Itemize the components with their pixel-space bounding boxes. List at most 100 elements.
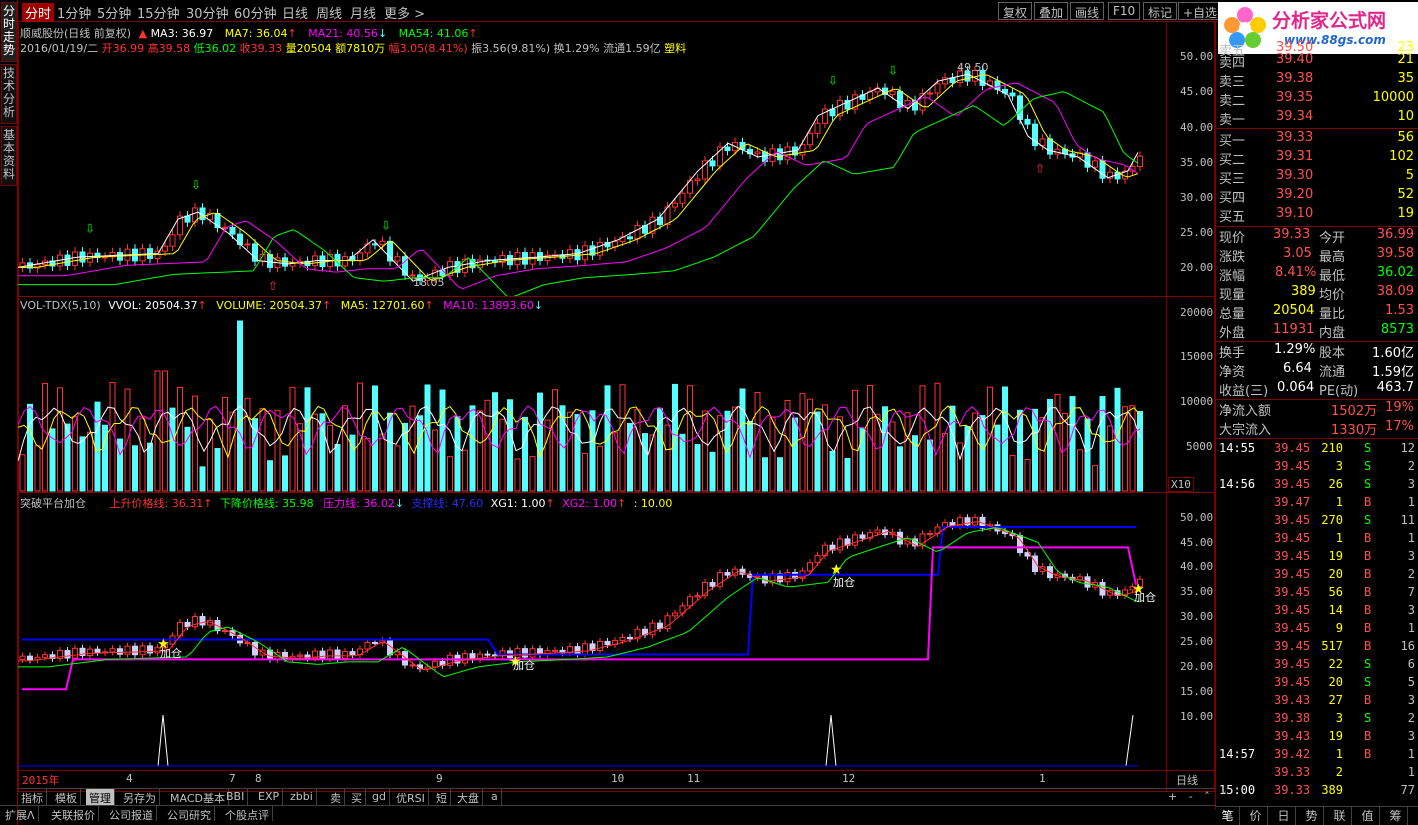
volume-bar xyxy=(147,442,153,492)
candle-body xyxy=(184,215,191,223)
left-tab-fundamental[interactable]: 基本资料 xyxy=(1,126,17,186)
f10-button[interactable]: F10 xyxy=(1108,2,1141,20)
volume-bar xyxy=(829,450,836,492)
tick-row: 39.45 20 B 2 xyxy=(1274,567,1415,581)
right-bottom-tabs: 笔价日势联值筹 xyxy=(1216,806,1418,825)
indicator-tab[interactable]: 买 xyxy=(348,789,366,805)
candle-body xyxy=(162,245,168,252)
sell-arrow-icon: ⇩ xyxy=(828,74,838,88)
indicator-tab[interactable]: 指标 xyxy=(18,789,47,805)
candle-body xyxy=(927,92,933,95)
moving-average-line xyxy=(18,91,1139,296)
left-tab-technical[interactable]: 技术分析 xyxy=(1,64,17,124)
candle-body xyxy=(1024,118,1031,125)
candle-body xyxy=(582,245,588,261)
tick-view-tab[interactable]: 值 xyxy=(1356,807,1380,825)
tick-view-tab[interactable]: 笔 xyxy=(1216,807,1240,825)
indicator-tab[interactable]: 优RSI xyxy=(393,789,429,805)
tick-view-tab[interactable]: 日 xyxy=(1272,807,1296,825)
candle-body xyxy=(94,648,101,653)
date-label: 4 xyxy=(126,772,133,785)
volume-bar xyxy=(1009,454,1016,492)
volume-bar xyxy=(1039,417,1046,492)
add-watchlist-button[interactable]: +自选 xyxy=(1178,2,1223,20)
candle-body xyxy=(27,655,33,661)
info-tab[interactable]: 关联报价 xyxy=(48,806,99,822)
candle-body xyxy=(297,654,303,657)
tick-row: 39.45 22 S 6 xyxy=(1274,657,1415,671)
volume-bar xyxy=(447,456,453,492)
tab-weekly[interactable]: 周线 xyxy=(316,3,342,22)
scroll-up-icon[interactable]: ˄ xyxy=(1204,790,1210,803)
zoom-out-icon[interactable]: - xyxy=(1189,790,1193,803)
indicator-tab[interactable]: 短 xyxy=(433,789,451,805)
left-tab-intraday[interactable]: 分时走势 xyxy=(1,2,17,62)
candle-body xyxy=(117,648,123,655)
candle-body xyxy=(754,151,761,155)
tick-row: 14:57 39.42 1 B 1 xyxy=(1219,747,1415,761)
candle-body xyxy=(394,256,401,262)
draw-line-button[interactable]: 画线 xyxy=(1070,2,1105,20)
volume-bar xyxy=(469,405,476,492)
bid-row: 买一 39.33 56 xyxy=(1219,130,1414,149)
volume-bar xyxy=(619,384,626,492)
volume-bar xyxy=(207,418,213,492)
zoom-in-icon[interactable]: + xyxy=(1168,790,1177,803)
ask-row: 卖三 39.38 35 xyxy=(1219,71,1414,90)
tab-monthly[interactable]: 月线 xyxy=(350,3,376,22)
mark-button[interactable]: 标记 xyxy=(1143,2,1178,20)
candle-body xyxy=(379,240,386,246)
volume-bar xyxy=(694,444,701,492)
info-tab[interactable]: 个股点评 xyxy=(222,806,273,822)
tick-view-tab[interactable]: 联 xyxy=(1328,807,1352,825)
indicator-tab[interactable]: zbbi xyxy=(287,789,317,805)
tab-daily[interactable]: 日线 xyxy=(282,3,308,22)
volume-bar xyxy=(484,399,491,492)
volume-bar xyxy=(709,451,716,492)
tab-5min[interactable]: 5分钟 xyxy=(97,3,131,22)
candle-body xyxy=(462,653,468,664)
tab-1min[interactable]: 1分钟 xyxy=(57,3,91,22)
indicator-tab[interactable]: 另存为 xyxy=(120,789,160,805)
signal-spike-line xyxy=(18,714,1134,767)
volume-bar xyxy=(454,416,461,492)
candle-body xyxy=(349,651,356,656)
indicator-tab[interactable]: gd xyxy=(369,789,390,805)
overlay-button[interactable]: 叠加 xyxy=(1034,2,1069,20)
money-flow-panel: 净流入额 1502万 19% 大宗流入 1330万 17% xyxy=(1216,400,1418,438)
indicator-tab[interactable]: EXP xyxy=(255,789,284,805)
info-tab[interactable]: 公司报道 xyxy=(106,806,157,822)
sell-arrow-icon: ⇩ xyxy=(888,63,898,77)
tick-row: 39.45 3 S 2 xyxy=(1274,459,1415,473)
restore-rights-button[interactable]: 复权 xyxy=(998,2,1033,20)
tab-30min[interactable]: 30分钟 xyxy=(186,3,229,22)
ind-axis-40: 40.00 xyxy=(1180,560,1214,573)
order-book: 卖五 39.50 23 卖四 39.40 21 卖三 39.38 35 卖二 39.35 100… xyxy=(1216,40,1418,230)
tab-15min[interactable]: 15分钟 xyxy=(137,3,180,22)
tab-more[interactable]: 更多 > xyxy=(384,3,425,22)
indicator-tab[interactable]: MACD基本 xyxy=(167,789,229,805)
info-tab[interactable]: 扩展Λ xyxy=(2,806,39,822)
volume-bar xyxy=(1047,398,1053,492)
scroll-down-icon[interactable]: ˅ xyxy=(1221,790,1227,803)
quote-panel: 现价 39.33 今开 36.99 涨跌 3.05 最高 39.58 涨幅 8.41% 最低 36… xyxy=(1216,227,1418,342)
tab-intraday[interactable]: 分时 xyxy=(22,3,55,22)
indicator-tab[interactable]: 卖 xyxy=(327,789,345,805)
volume-bar xyxy=(642,433,648,492)
tick-view-tab[interactable]: 势 xyxy=(1300,807,1324,825)
indicator-tab[interactable]: 模板 xyxy=(52,789,81,805)
tick-view-tab[interactable]: 筹 xyxy=(1384,807,1408,825)
candle-body xyxy=(342,256,348,267)
indicator-tab[interactable]: BBI xyxy=(223,789,249,805)
volume-bar xyxy=(514,458,521,492)
volume-bar xyxy=(1122,406,1128,492)
indicator-chart: ★★★★ xyxy=(18,513,1145,767)
volume-bar xyxy=(94,401,101,492)
info-tab[interactable]: 公司研究 xyxy=(164,806,215,822)
tab-60min[interactable]: 60分钟 xyxy=(234,3,277,22)
indicator-tab[interactable]: 大盘 xyxy=(454,789,483,805)
tick-view-tab[interactable]: 价 xyxy=(1244,807,1268,825)
indicator-tab[interactable]: a xyxy=(488,789,502,805)
candle-body xyxy=(709,160,716,167)
indicator-tab[interactable]: 管理 xyxy=(86,789,115,805)
